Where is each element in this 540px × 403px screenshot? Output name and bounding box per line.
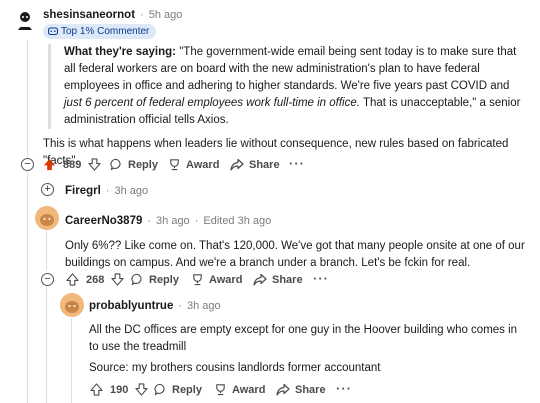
share-label: Share	[295, 383, 326, 396]
collapse-symbol: −	[24, 158, 31, 170]
award-icon	[193, 274, 202, 286]
timestamp[interactable]: 3h ago	[187, 300, 221, 312]
timestamp[interactable]: 5h ago	[149, 9, 183, 21]
award-label: Award	[232, 383, 266, 396]
commenter-badge-icon	[48, 27, 58, 36]
separator: ·	[105, 185, 110, 197]
upvote-icon[interactable]	[90, 383, 103, 396]
timestamp[interactable]: 3h ago	[156, 215, 190, 227]
avatar[interactable]	[60, 293, 84, 317]
top-commenter-badge: Top 1% Commenter	[43, 24, 157, 39]
comment-header: probablyuntrue · 3h ago	[89, 300, 221, 312]
comment-header: shesinsaneornot · 5h ago	[43, 9, 182, 21]
avatar-figure-icon	[18, 12, 32, 30]
reply-icon	[131, 273, 142, 286]
collapse-button[interactable]: −	[21, 158, 34, 171]
quote-block: What they're saying: "The government-wid…	[48, 44, 524, 129]
timestamp[interactable]: 3h ago	[114, 185, 148, 197]
vote-count: 268	[86, 273, 105, 286]
reply-label: Reply	[172, 383, 202, 396]
vote-group: 190	[90, 383, 148, 396]
reply-button[interactable]: Reply	[110, 158, 158, 171]
username[interactable]: CareerNo3879	[65, 215, 142, 227]
reply-icon	[110, 158, 121, 171]
separator: ·	[147, 215, 152, 227]
award-icon	[216, 384, 225, 396]
award-label: Award	[186, 158, 220, 171]
award-icon	[170, 159, 179, 171]
downvote-icon[interactable]	[111, 273, 124, 286]
share-label: Share	[249, 158, 280, 171]
thread-line	[46, 286, 47, 403]
thread-line	[46, 228, 47, 270]
expand-symbol: +	[44, 183, 51, 195]
collapsed-comment-header: Firegrl · 3h ago	[65, 185, 148, 197]
share-label: Share	[272, 273, 303, 286]
quote-lead: What they're saying:	[64, 46, 177, 58]
username[interactable]: Firegrl	[65, 185, 101, 197]
expand-button[interactable]: +	[41, 183, 54, 196]
separator: ·	[140, 9, 144, 21]
downvote-icon[interactable]	[88, 158, 101, 171]
share-button[interactable]: Share	[230, 158, 280, 171]
collapse-button[interactable]: −	[41, 273, 54, 286]
award-button[interactable]: Award	[191, 273, 242, 286]
username[interactable]: probablyuntrue	[89, 300, 173, 312]
avatar[interactable]	[35, 206, 59, 230]
share-icon	[253, 273, 267, 286]
collapse-symbol: −	[44, 273, 51, 285]
snoo-avatar-icon	[40, 214, 54, 226]
vote-group: 889	[43, 158, 101, 171]
comment-body: All the DC offices are empty except for …	[89, 324, 518, 353]
reply-label: Reply	[149, 273, 179, 286]
thread-line	[27, 40, 28, 158]
separator: ·	[178, 300, 183, 312]
more-options-button[interactable]: ···	[289, 156, 305, 171]
share-icon	[276, 383, 290, 396]
share-button[interactable]: Share	[253, 273, 303, 286]
more-options-button[interactable]: ···	[313, 271, 329, 286]
upvote-icon[interactable]	[43, 158, 56, 171]
award-label: Award	[209, 273, 243, 286]
upvote-icon[interactable]	[66, 273, 79, 286]
share-button[interactable]: Share	[276, 383, 326, 396]
separator: ·	[194, 215, 199, 227]
reply-button[interactable]: Reply	[131, 273, 179, 286]
username[interactable]: shesinsaneornot	[43, 9, 135, 21]
share-icon	[230, 158, 244, 171]
avatar[interactable]	[12, 8, 38, 34]
award-button[interactable]: Award	[168, 158, 219, 171]
comment-header: CareerNo3879 · 3h ago · Edited 3h ago	[65, 215, 271, 227]
reply-icon	[154, 383, 165, 396]
more-options-button[interactable]: ···	[336, 381, 352, 396]
reply-button[interactable]: Reply	[154, 383, 202, 396]
vote-count: 889	[63, 158, 82, 171]
comment-body: Only 6%?? Like come on. That's 120,000. …	[65, 240, 525, 269]
quote-italic: just 6 percent of federal employees work…	[64, 97, 360, 109]
vote-count: 190	[110, 383, 129, 396]
thread-line	[27, 172, 28, 403]
award-button[interactable]: Award	[214, 383, 265, 396]
badge-label: Top 1% Commenter	[61, 26, 150, 37]
snoo-avatar-icon	[65, 301, 79, 313]
vote-group: 268	[66, 273, 124, 286]
comment-body-line: Source: my brothers cousins landlords fo…	[89, 362, 381, 374]
thread-line	[71, 318, 72, 403]
edited-label: Edited 3h ago	[203, 215, 272, 227]
reply-label: Reply	[128, 158, 158, 171]
downvote-icon[interactable]	[135, 383, 148, 396]
